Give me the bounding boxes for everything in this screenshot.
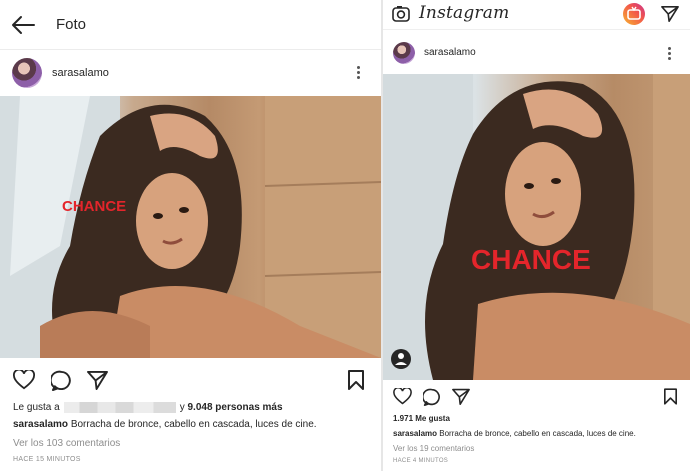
post-header: sarasalamo: [383, 34, 690, 74]
caption: sarasalamo Borracha de bronce, cabello e…: [13, 419, 317, 430]
more-options-icon[interactable]: [357, 66, 361, 81]
camera-icon[interactable]: [392, 5, 410, 23]
page-title: Foto: [56, 16, 87, 33]
username[interactable]: sarasalamo: [424, 47, 476, 58]
post-header: sarasalamo: [0, 50, 381, 96]
username[interactable]: sarasalamo: [52, 67, 109, 79]
caption-text: Borracha de bronce, cabello en cascada, …: [70, 419, 317, 430]
avatar[interactable]: [393, 42, 415, 64]
post-photo[interactable]: CHANCE: [383, 74, 690, 380]
post-timestamp: HACE 15 MINUTOS: [13, 456, 81, 463]
likes-text: 1.971 Me gusta: [393, 414, 450, 423]
more-options-icon[interactable]: [668, 47, 672, 62]
right-top-bar: Instagram: [383, 0, 690, 30]
likes-line: Le gusta a y 9.048 personas más: [13, 402, 283, 413]
likes-suffix: y: [179, 402, 185, 414]
watermark: CHANCE: [62, 198, 127, 215]
bookmark-icon[interactable]: [664, 388, 677, 405]
instagram-logo: Instagram: [419, 3, 510, 23]
share-icon[interactable]: [452, 388, 470, 405]
comment-icon[interactable]: [423, 388, 441, 406]
arrow-left-icon[interactable]: [10, 15, 36, 35]
paper-plane-icon[interactable]: [661, 5, 679, 23]
post-timestamp: HACE 4 MINUTOS: [393, 458, 449, 464]
photo-figure: [0, 96, 381, 358]
bookmark-icon[interactable]: [348, 370, 364, 390]
blurred-name: [63, 402, 176, 413]
share-icon[interactable]: [87, 370, 108, 390]
caption: sarasalamo Borracha de bronce, cabello e…: [393, 429, 636, 438]
igtv-icon[interactable]: [623, 3, 645, 25]
likes-prefix: Le gusta a: [13, 402, 60, 414]
avatar[interactable]: [12, 58, 42, 88]
comment-icon[interactable]: [51, 370, 72, 391]
right-feed-screen: Instagram sarasalamo CHANCE 1.971 Me gus…: [383, 0, 690, 471]
caption-username[interactable]: sarasalamo: [393, 429, 437, 438]
likes-count[interactable]: 9.048 personas más: [188, 402, 283, 413]
post-photo[interactable]: CHANCE: [0, 96, 381, 358]
left-post-screen: Foto sarasalamo CHANCE Le gusta a y 9.04…: [0, 0, 381, 471]
watermark: CHANCE: [471, 244, 591, 275]
view-comments-link[interactable]: Ver los 19 comentarios: [393, 444, 474, 453]
caption-text: Borracha de bronce, cabello en cascada, …: [439, 429, 636, 438]
heart-icon[interactable]: [13, 370, 35, 390]
left-top-bar: Foto: [0, 0, 381, 50]
caption-username[interactable]: sarasalamo: [13, 419, 68, 430]
likes-count[interactable]: 1.971 Me gusta: [393, 414, 450, 423]
photo-figure: [383, 74, 690, 380]
heart-icon[interactable]: [393, 388, 412, 405]
view-comments-link[interactable]: Ver los 103 comentarios: [13, 438, 120, 449]
